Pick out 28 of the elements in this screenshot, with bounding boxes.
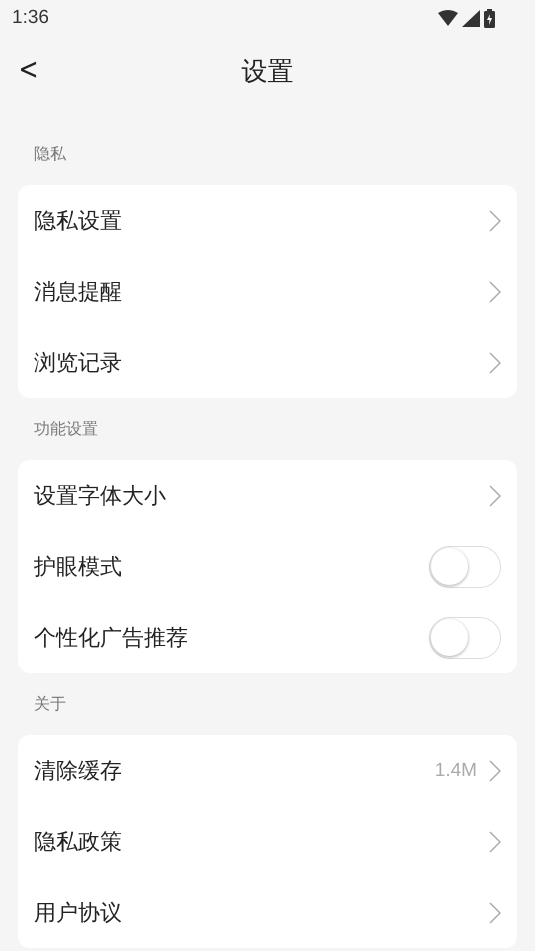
chevron-right-icon[interactable] <box>489 760 501 782</box>
setting-label: 个性化广告推荐 <box>34 624 189 652</box>
setting-label: 护眼模式 <box>34 554 123 582</box>
setting-label: 用户协议 <box>34 900 123 928</box>
chevron-right-icon[interactable] <box>489 210 501 232</box>
setting-label: 清除缓存 <box>34 758 123 786</box>
setting-label: 隐私政策 <box>34 828 123 856</box>
chevron-right-icon[interactable] <box>489 280 501 302</box>
section-title: 关于 <box>34 694 66 714</box>
status-time: 1:36 <box>12 7 49 29</box>
setting-label: 设置字体大小 <box>34 482 167 510</box>
section-title: 功能设置 <box>34 418 98 440</box>
back-button[interactable]: < <box>18 52 39 88</box>
toggle-switch[interactable] <box>429 546 501 588</box>
chevron-right-icon[interactable] <box>489 830 501 852</box>
section-title: 隐私 <box>34 144 66 164</box>
setting-value: 1.4M <box>434 760 477 782</box>
wifi-icon <box>438 10 458 26</box>
chevron-right-icon[interactable] <box>489 352 501 374</box>
chevron-right-icon[interactable] <box>489 902 501 924</box>
setting-label: 隐私设置 <box>34 208 123 236</box>
page-title: 设置 <box>242 57 294 87</box>
battery-icon <box>484 8 495 28</box>
signal-icon <box>462 10 480 26</box>
setting-label: 浏览记录 <box>34 350 123 378</box>
chevron-right-icon[interactable] <box>489 484 501 506</box>
setting-label: 消息提醒 <box>34 278 123 306</box>
toggle-switch[interactable] <box>429 616 501 658</box>
